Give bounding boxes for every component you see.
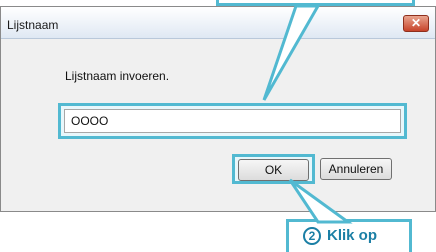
callout-top-box [216, 0, 415, 6]
ok-button[interactable]: OK [238, 159, 309, 181]
cancel-button[interactable]: Annuleren [320, 158, 392, 180]
dialog-title: Lijstnaam [7, 18, 59, 32]
step-number-badge: 2 [303, 227, 321, 245]
dialog-window: Lijstnaam ✕ Lijstnaam invoeren. OK Annul… [0, 6, 436, 212]
title-bar: Lijstnaam ✕ [1, 7, 435, 39]
callout-step-box: 2 Klik op [286, 219, 412, 252]
prompt-label: Lijstnaam invoeren. [65, 69, 170, 83]
close-icon: ✕ [410, 16, 422, 30]
step-label: Klik op [327, 227, 378, 244]
input-highlight-frame [58, 103, 407, 139]
close-button[interactable]: ✕ [403, 15, 429, 32]
ok-highlight-frame: OK [232, 154, 315, 184]
list-name-input[interactable] [64, 109, 401, 133]
